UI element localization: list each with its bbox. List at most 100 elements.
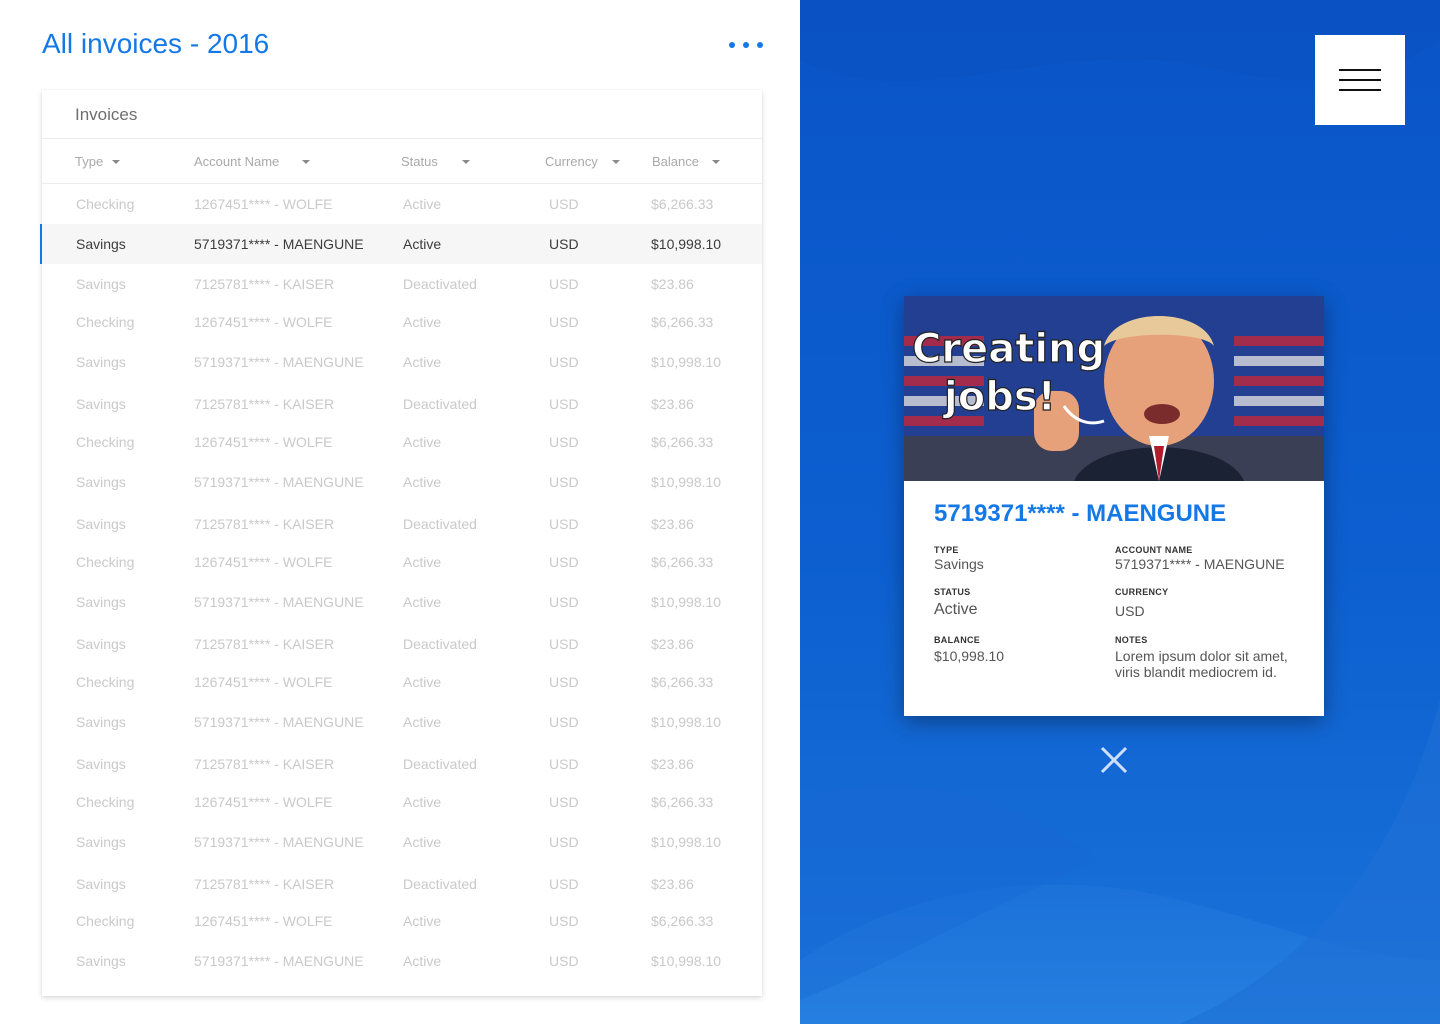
cell-status: Active bbox=[403, 474, 442, 490]
cell-type: Checking bbox=[76, 196, 135, 212]
cell-type: Savings bbox=[76, 876, 126, 892]
cell-type: Savings bbox=[76, 516, 126, 532]
cell-balance: $10,998.10 bbox=[651, 354, 722, 370]
cell-status: Active bbox=[403, 913, 442, 929]
cell-account-name: 1267451**** - WOLFE bbox=[194, 434, 333, 450]
table-row[interactable]: Savings 5719371**** - MAENGUNE Active USD $1… bbox=[40, 224, 762, 264]
cell-account-name: 5719371**** - MAENGUNE bbox=[194, 953, 364, 969]
column-header-label: Type bbox=[75, 154, 104, 169]
cell-account-name: 5719371**** - MAENGUNE bbox=[194, 236, 364, 252]
cell-type: Savings bbox=[76, 594, 126, 610]
cell-balance: $10,998.10 bbox=[651, 474, 722, 490]
cell-balance: $10,998.10 bbox=[651, 594, 722, 610]
cell-currency: USD bbox=[549, 594, 579, 610]
cell-currency: USD bbox=[549, 714, 579, 730]
sort-caret-icon[interactable] bbox=[612, 160, 620, 164]
cell-type: Savings bbox=[76, 354, 126, 370]
sort-caret-icon[interactable] bbox=[302, 160, 310, 164]
cell-type: Savings bbox=[76, 953, 126, 969]
cell-account-name: 5719371**** - MAENGUNE bbox=[194, 474, 364, 490]
column-header-account-name[interactable]: Account Name bbox=[194, 139, 279, 184]
cell-status: Active bbox=[403, 236, 442, 252]
table-row[interactable]: Savings 5719371**** - MAENGUNE Active USD $1… bbox=[42, 342, 762, 382]
cell-account-name: 7125781**** - KAISER bbox=[194, 396, 335, 412]
cell-status: Deactivated bbox=[403, 516, 477, 532]
more-options-icon[interactable] bbox=[726, 36, 766, 54]
table-row[interactable]: Checking 1267451**** - WOLFE Active USD $6,2… bbox=[42, 422, 762, 462]
type-value: Savings bbox=[934, 556, 984, 572]
cell-type: Savings bbox=[76, 396, 126, 412]
table-row[interactable]: Checking 1267451**** - WOLFE Active USD $6,2… bbox=[42, 542, 762, 582]
cell-status: Active bbox=[403, 196, 442, 212]
cell-currency: USD bbox=[549, 756, 579, 772]
account-name-label: ACCOUNT NAME bbox=[1115, 545, 1193, 555]
cell-account-name: 7125781**** - KAISER bbox=[194, 636, 335, 652]
cell-type: Savings bbox=[76, 236, 126, 252]
detail-title: 5719371**** - MAENGUNE bbox=[934, 500, 1227, 527]
table-row[interactable]: Savings 5719371**** - MAENGUNE Active USD $1… bbox=[42, 941, 762, 981]
sort-caret-icon[interactable] bbox=[112, 160, 120, 164]
table-row[interactable]: Checking 1267451**** - WOLFE Active USD $6,2… bbox=[42, 782, 762, 822]
cell-status: Deactivated bbox=[403, 276, 477, 292]
cell-account-name: 1267451**** - WOLFE bbox=[194, 554, 333, 570]
cell-currency: USD bbox=[549, 834, 579, 850]
cell-status: Active bbox=[403, 314, 442, 330]
cell-account-name: 1267451**** - WOLFE bbox=[194, 196, 333, 212]
cell-account-name: 1267451**** - WOLFE bbox=[194, 913, 333, 929]
cell-currency: USD bbox=[549, 314, 579, 330]
cell-balance: $10,998.10 bbox=[651, 953, 722, 969]
cell-balance: $10,998.10 bbox=[651, 236, 722, 252]
table-row[interactable]: Savings 7125781**** - KAISER Deactivated US… bbox=[42, 744, 762, 784]
table-row[interactable]: Savings 7125781**** - KAISER Deactivated US… bbox=[42, 264, 762, 304]
cell-status: Deactivated bbox=[403, 876, 477, 892]
table-row[interactable]: Checking 1267451**** - WOLFE Active USD $6,2… bbox=[42, 302, 762, 342]
cell-account-name: 7125781**** - KAISER bbox=[194, 876, 335, 892]
cell-currency: USD bbox=[549, 276, 579, 292]
column-header-type[interactable]: Type bbox=[75, 139, 103, 184]
table-row[interactable]: Savings 7125781**** - KAISER Deactivated US… bbox=[42, 624, 762, 664]
cell-currency: USD bbox=[549, 913, 579, 929]
table-row[interactable]: Savings 7125781**** - KAISER Deactivated US… bbox=[42, 864, 762, 904]
sort-caret-icon[interactable] bbox=[462, 160, 470, 164]
hamburger-menu-icon[interactable] bbox=[1315, 35, 1405, 125]
cell-balance: $6,266.33 bbox=[651, 314, 714, 330]
cell-status: Active bbox=[403, 834, 442, 850]
table-row[interactable]: Savings 7125781**** - KAISER Deactivated US… bbox=[42, 504, 762, 544]
status-label: STATUS bbox=[934, 587, 971, 597]
cell-account-name: 1267451**** - WOLFE bbox=[194, 314, 333, 330]
close-icon[interactable] bbox=[1098, 744, 1130, 776]
table-row[interactable]: Savings 5719371**** - MAENGUNE Active USD $1… bbox=[42, 582, 762, 622]
account-photo: Creating jobs! bbox=[904, 296, 1324, 481]
cell-status: Deactivated bbox=[403, 396, 477, 412]
column-header-status[interactable]: Status bbox=[401, 139, 438, 184]
cell-status: Active bbox=[403, 953, 442, 969]
cell-currency: USD bbox=[549, 636, 579, 652]
currency-value: USD bbox=[1115, 603, 1145, 619]
table-row[interactable]: Savings 5719371**** - MAENGUNE Active USD $1… bbox=[42, 822, 762, 862]
detail-pane: Creating jobs! 5719371**** - MAENGUNE TY… bbox=[800, 0, 1440, 1024]
cell-currency: USD bbox=[549, 354, 579, 370]
sort-caret-icon[interactable] bbox=[712, 160, 720, 164]
notes-label: NOTES bbox=[1115, 635, 1148, 645]
cell-status: Active bbox=[403, 674, 442, 690]
cell-balance: $10,998.10 bbox=[651, 834, 722, 850]
notes-line-2: viris blandit mediocrem id. bbox=[1115, 664, 1277, 680]
balance-label: BALANCE bbox=[934, 635, 981, 645]
column-header-balance[interactable]: Balance bbox=[652, 139, 699, 184]
table-row[interactable]: Checking 1267451**** - WOLFE Active USD $6,2… bbox=[42, 662, 762, 702]
cell-balance: $23.86 bbox=[651, 876, 694, 892]
table-row[interactable]: Checking 1267451**** - WOLFE Active USD $6,2… bbox=[42, 901, 762, 941]
cell-balance: $6,266.33 bbox=[651, 554, 714, 570]
table-row[interactable]: Savings 5719371**** - MAENGUNE Active USD $1… bbox=[42, 702, 762, 742]
table-row[interactable]: Checking 1267451**** - WOLFE Active USD $6,2… bbox=[42, 184, 762, 224]
cell-account-name: 1267451**** - WOLFE bbox=[194, 674, 333, 690]
table-row[interactable]: Savings 5719371**** - MAENGUNE Active USD $1… bbox=[42, 462, 762, 502]
column-header-currency[interactable]: Currency bbox=[545, 139, 598, 184]
cell-status: Active bbox=[403, 434, 442, 450]
column-header-label: Status bbox=[401, 154, 438, 169]
svg-text:jobs!: jobs! bbox=[942, 374, 1056, 420]
table-row[interactable]: Savings 7125781**** - KAISER Deactivated US… bbox=[42, 384, 762, 424]
cell-type: Checking bbox=[76, 554, 135, 570]
cell-balance: $6,266.33 bbox=[651, 913, 714, 929]
invoices-pane: All invoices - 2016 Invoices Type Account… bbox=[0, 0, 800, 1024]
